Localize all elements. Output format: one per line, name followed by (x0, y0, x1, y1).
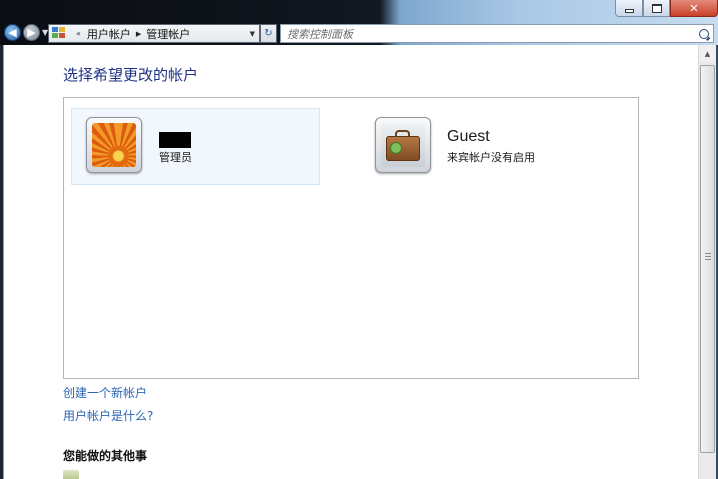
close-button[interactable]: ✕ (670, 0, 718, 17)
other-tasks-heading: 您能做的其他事 (63, 449, 148, 463)
back-arrow-icon: ◀ (8, 26, 17, 39)
forward-arrow-icon: ▶ (27, 26, 36, 39)
vertical-scrollbar[interactable]: ▲ (698, 45, 716, 479)
maximize-icon (651, 3, 662, 13)
back-button[interactable]: ◀ (4, 24, 21, 41)
briefcase-icon (381, 123, 425, 167)
control-panel-icon (52, 27, 68, 40)
content-pane: 选择希望更改的帐户 管理员 Guest 来宾帐户没有启用 创建一个新帐户 用户帐… (3, 45, 699, 479)
address-dropdown-icon[interactable]: ▼ (250, 30, 255, 38)
scroll-up-icon[interactable]: ▲ (699, 45, 716, 62)
minimize-button[interactable] (615, 0, 643, 17)
breadcrumb-manage-accounts[interactable]: 管理帐户 (146, 26, 190, 42)
flower-image-icon (92, 123, 136, 167)
account-name: Guest (447, 128, 490, 145)
account-role: 管理员 (159, 151, 192, 164)
account-name-redacted (159, 132, 191, 148)
what-is-account-link[interactable]: 用户帐户是什么? (63, 407, 153, 424)
account-status: 来宾帐户没有启用 (447, 151, 535, 164)
account-list: 管理员 Guest 来宾帐户没有启用 (63, 97, 639, 379)
window-controls: ✕ (615, 0, 718, 17)
search-box[interactable]: 搜索控制面板 (280, 24, 714, 43)
forward-button[interactable]: ▶ (23, 24, 40, 41)
account-picture-flower (86, 117, 142, 173)
breadcrumb-separator-icon[interactable]: ▶ (136, 30, 141, 38)
scrollbar-thumb[interactable] (700, 65, 715, 453)
other-task-item[interactable] (63, 470, 183, 479)
address-bar[interactable]: « 用户帐户 ▶ 管理帐户 ▼ (48, 24, 260, 43)
task-icon (63, 470, 79, 479)
refresh-button[interactable]: ↻ (260, 24, 277, 43)
search-icon[interactable] (699, 28, 709, 39)
refresh-icon: ↻ (264, 28, 273, 39)
account-picture-briefcase (375, 117, 431, 173)
close-icon: ✕ (689, 1, 699, 15)
page-title: 选择希望更改的帐户 (63, 66, 199, 84)
account-tile-admin[interactable]: 管理员 (71, 108, 320, 185)
search-input[interactable]: 搜索控制面板 (287, 26, 353, 42)
maximize-button[interactable] (643, 0, 670, 17)
breadcrumb-overflow[interactable]: « (76, 29, 81, 38)
breadcrumb-user-accounts[interactable]: 用户帐户 (87, 26, 131, 42)
account-tile-guest[interactable]: Guest 来宾帐户没有启用 (364, 108, 613, 185)
navigation-buttons: ◀ ▶ ▼ (4, 24, 48, 41)
minimize-icon (624, 9, 634, 13)
create-account-link[interactable]: 创建一个新帐户 (63, 384, 147, 401)
